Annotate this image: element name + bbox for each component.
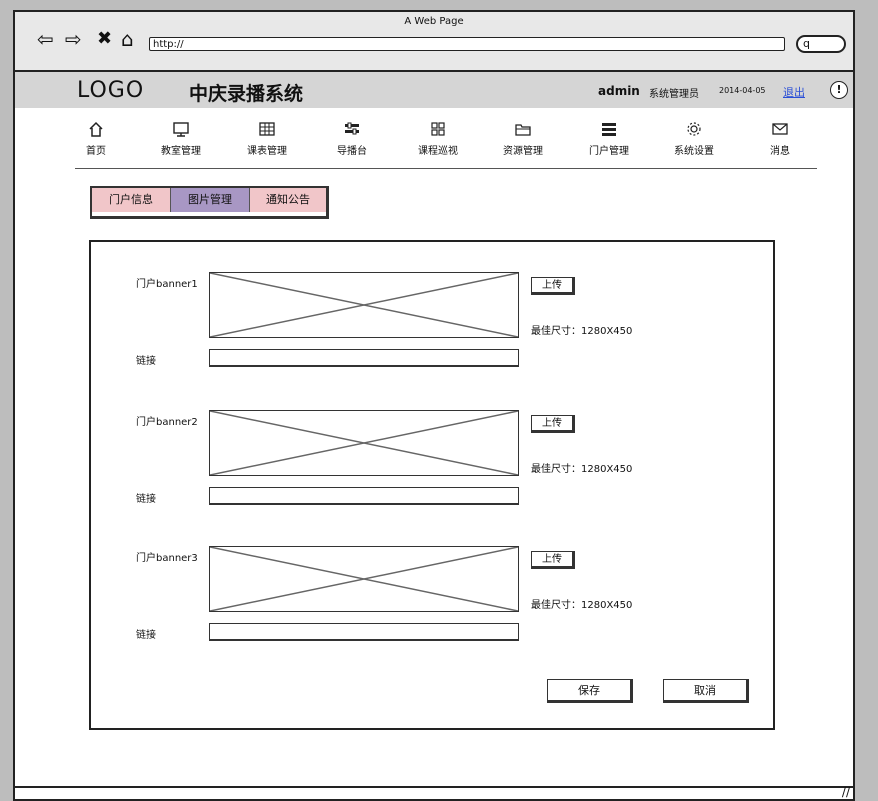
portal-tabs: 门户信息 图片管理 通知公告 (90, 186, 329, 219)
image-placeholder (209, 272, 519, 338)
nav-label: 导播台 (337, 146, 367, 157)
nav-item-director[interactable]: 导播台 (317, 120, 387, 157)
image-placeholder (209, 410, 519, 476)
upload-button[interactable]: 上传 (531, 551, 575, 569)
link-input[interactable] (209, 487, 519, 505)
search-icon[interactable]: q (796, 35, 846, 53)
image-placeholder-icon (210, 411, 518, 475)
nav-item-classroom[interactable]: 教室管理 (146, 120, 216, 157)
director-icon (317, 120, 387, 142)
link-label: 链接 (136, 356, 156, 367)
resize-grip-icon[interactable]: // (842, 785, 850, 799)
gear-icon (659, 120, 729, 142)
upload-button[interactable]: 上传 (531, 415, 575, 433)
link-label: 链接 (136, 630, 156, 641)
alert-icon[interactable]: ! (830, 81, 848, 99)
nav-label: 课程巡视 (418, 146, 458, 157)
nav-item-portal[interactable]: 门户管理 (574, 120, 644, 157)
save-button[interactable]: 保存 (547, 679, 633, 703)
url-input[interactable]: http:// (149, 37, 785, 51)
home-icon[interactable]: ⌂ (121, 28, 134, 50)
image-placeholder-icon (210, 547, 518, 611)
back-icon[interactable]: ⇦ (37, 28, 54, 50)
folder-icon (488, 120, 558, 142)
tab-portal-info[interactable]: 门户信息 (92, 188, 171, 212)
nav-item-patrol[interactable]: 课程巡视 (403, 120, 473, 157)
user-role: 系统管理员 (649, 89, 699, 100)
main-nav: 首页 教室管理 课表管理 导播台 课程巡视 资源管理 门户管理 系统设置 消息 (61, 120, 821, 166)
upload-button[interactable]: 上传 (531, 277, 575, 295)
nav-label: 首页 (86, 146, 106, 157)
table-icon (232, 120, 302, 142)
image-placeholder-icon (210, 273, 518, 337)
system-title: 中庆录播系统 (189, 83, 304, 105)
status-bar-divider (15, 786, 853, 788)
nav-item-schedule[interactable]: 课表管理 (232, 120, 302, 157)
nav-label: 教室管理 (161, 146, 201, 157)
browser-window: A Web Page ⇦ ⇨ ✖ ⌂ http:// q LOGO 中庆录播系统… (13, 10, 855, 801)
link-label: 链接 (136, 494, 156, 505)
nav-label: 课表管理 (247, 146, 287, 157)
image-placeholder (209, 546, 519, 612)
banner-panel: 门户banner1 上传 最佳尺寸：1280X450 链接 门户banner2 … (89, 240, 775, 730)
home-icon (61, 120, 131, 142)
size-hint: 最佳尺寸：1280X450 (531, 600, 633, 611)
nav-label: 门户管理 (589, 146, 629, 157)
nav-item-home[interactable]: 首页 (61, 120, 131, 157)
page-title: A Web Page (404, 16, 464, 27)
menu-icon (574, 120, 644, 142)
nav-divider (75, 168, 817, 169)
nav-item-settings[interactable]: 系统设置 (659, 120, 729, 157)
grid-icon (403, 120, 473, 142)
nav-label: 消息 (770, 146, 790, 157)
tab-notices[interactable]: 通知公告 (250, 188, 326, 212)
app-header: LOGO 中庆录播系统 admin 系统管理员 2014-04-05 退出 ! (15, 72, 853, 108)
link-input[interactable] (209, 349, 519, 367)
banner-label: 门户banner1 (136, 279, 198, 290)
banner-label: 门户banner2 (136, 417, 198, 428)
mail-icon (745, 120, 815, 142)
logout-link[interactable]: 退出 (783, 84, 805, 100)
nav-item-messages[interactable]: 消息 (745, 120, 815, 157)
logo: LOGO (77, 78, 145, 103)
tab-image-management[interactable]: 图片管理 (171, 188, 250, 212)
nav-label: 系统设置 (674, 146, 714, 157)
banner-label: 门户banner3 (136, 553, 198, 564)
nav-item-resources[interactable]: 资源管理 (488, 120, 558, 157)
close-icon[interactable]: ✖ (97, 28, 112, 50)
current-date: 2014-04-05 (719, 86, 766, 95)
size-hint: 最佳尺寸：1280X450 (531, 326, 633, 337)
forward-icon[interactable]: ⇨ (65, 28, 82, 50)
nav-label: 资源管理 (503, 146, 543, 157)
cancel-button[interactable]: 取消 (663, 679, 749, 703)
browser-chrome: A Web Page ⇦ ⇨ ✖ ⌂ http:// q (15, 12, 853, 72)
monitor-icon (146, 120, 216, 142)
username: admin (598, 84, 640, 98)
size-hint: 最佳尺寸：1280X450 (531, 464, 633, 475)
link-input[interactable] (209, 623, 519, 641)
